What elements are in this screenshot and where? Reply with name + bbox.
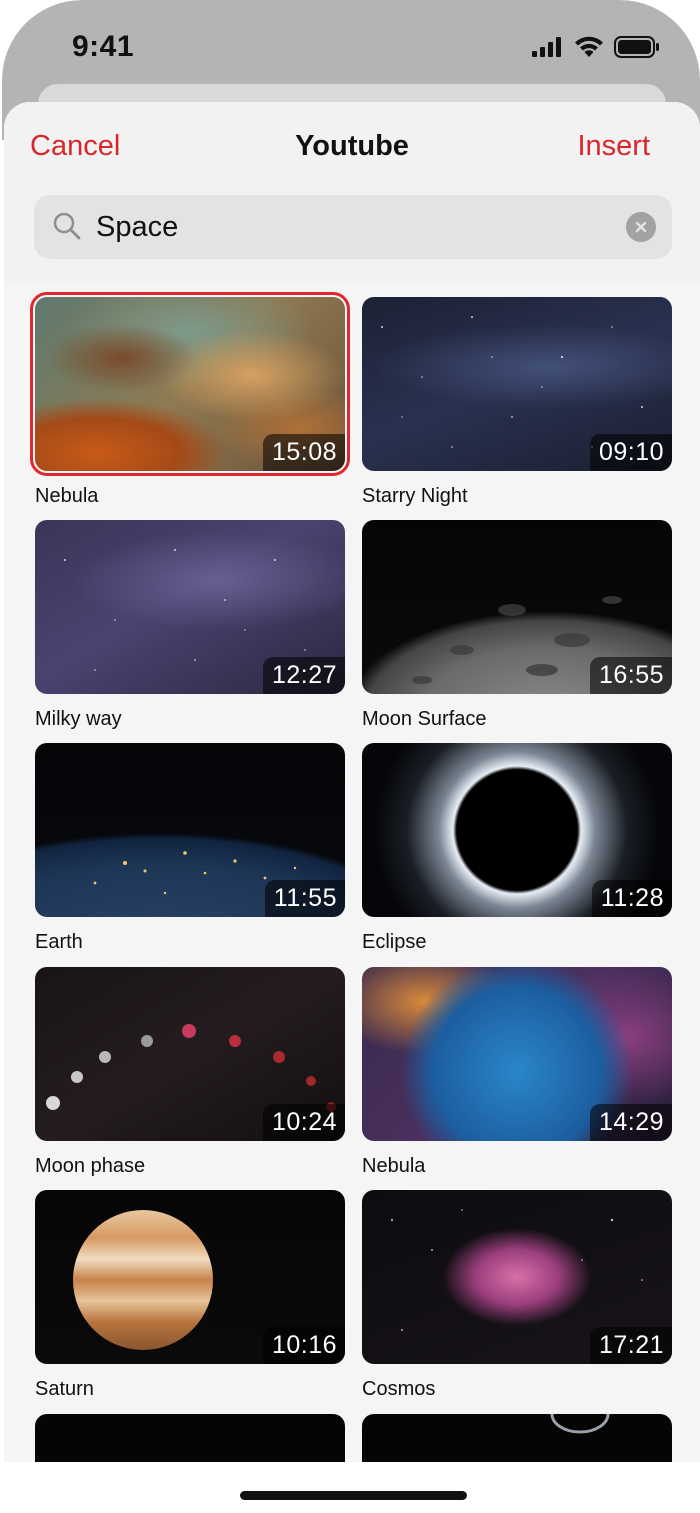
youtube-sheet: Cancel Youtube Insert Space 15:08 Nebula…	[4, 102, 700, 1462]
video-item[interactable]: 17:21 Cosmos	[362, 1190, 672, 1401]
duration-badge: 10:16	[262, 1327, 345, 1364]
video-title: Earth	[35, 931, 83, 953]
video-item[interactable]: 16:55 Moon Surface	[362, 520, 672, 731]
insert-button[interactable]: Insert	[577, 130, 650, 163]
video-thumbnail[interactable]: 10:16	[35, 1190, 345, 1364]
video-item[interactable]: 15:08 Nebula	[30, 292, 350, 508]
video-title: Cosmos	[362, 1378, 436, 1400]
eclipse-decoration	[550, 1414, 610, 1434]
video-item[interactable]	[35, 1414, 345, 1462]
video-thumbnail[interactable]	[362, 1414, 672, 1462]
video-thumbnail[interactable]: 09:10	[362, 297, 672, 471]
video-title: Starry Night	[362, 485, 468, 507]
search-input[interactable]	[96, 203, 596, 251]
search-icon	[52, 211, 82, 246]
video-item[interactable]: 12:27 Milky way	[35, 520, 345, 731]
home-indicator[interactable]	[240, 1491, 467, 1500]
duration-badge: 12:27	[262, 657, 345, 694]
duration-badge: 17:21	[589, 1327, 672, 1364]
video-thumbnail[interactable]: 15:08	[30, 292, 350, 476]
video-title: Nebula	[35, 485, 99, 507]
video-title: Saturn	[35, 1378, 94, 1400]
video-item[interactable]: 10:16 Saturn	[35, 1190, 345, 1401]
status-bar: 9:41	[2, 0, 700, 90]
video-thumbnail[interactable]: 12:27	[35, 520, 345, 694]
cellular-signal-icon	[532, 37, 564, 62]
video-item[interactable]: 10:24 Moon phase	[35, 967, 345, 1178]
duration-badge: 09:10	[589, 434, 672, 471]
battery-icon	[614, 36, 660, 63]
wifi-icon	[574, 36, 604, 63]
video-item[interactable]: 09:10 Starry Night	[362, 297, 672, 508]
video-title: Nebula	[362, 1155, 426, 1177]
duration-badge: 10:24	[262, 1104, 345, 1141]
video-thumbnail[interactable]: 14:29	[362, 967, 672, 1141]
video-thumbnail[interactable]: 17:21	[362, 1190, 672, 1364]
video-thumbnail[interactable]	[35, 1414, 345, 1462]
video-item[interactable]: 11:28 Eclipse	[362, 743, 672, 954]
cancel-button[interactable]: Cancel	[30, 130, 120, 163]
video-thumbnail[interactable]: 11:28	[362, 743, 672, 917]
video-thumbnail[interactable]: 16:55	[362, 520, 672, 694]
clear-icon[interactable]	[626, 212, 656, 242]
video-title: Moon phase	[35, 1155, 146, 1177]
video-item[interactable]: 14:29 Nebula	[362, 967, 672, 1178]
video-item[interactable]	[362, 1414, 672, 1462]
video-thumbnail[interactable]: 11:55	[35, 743, 345, 917]
duration-badge: 15:08	[262, 434, 345, 471]
video-title: Milky way	[35, 708, 122, 730]
phone-frame: 9:41 Cancel Youtube Insert Space 15:08 N…	[2, 0, 700, 1513]
duration-badge: 14:29	[589, 1104, 672, 1141]
sheet-header: Cancel Youtube Insert	[4, 102, 700, 282]
video-item[interactable]: 11:55 Earth	[35, 743, 345, 954]
status-time: 9:41	[72, 30, 135, 63]
status-icons	[532, 36, 660, 63]
duration-badge: 16:55	[589, 657, 672, 694]
video-title: Eclipse	[362, 931, 427, 953]
duration-badge: 11:28	[591, 880, 672, 917]
video-title: Moon Surface	[362, 708, 487, 730]
duration-badge: 11:55	[264, 880, 345, 917]
video-thumbnail[interactable]: 10:24	[35, 967, 345, 1141]
search-bar[interactable]	[34, 195, 672, 259]
